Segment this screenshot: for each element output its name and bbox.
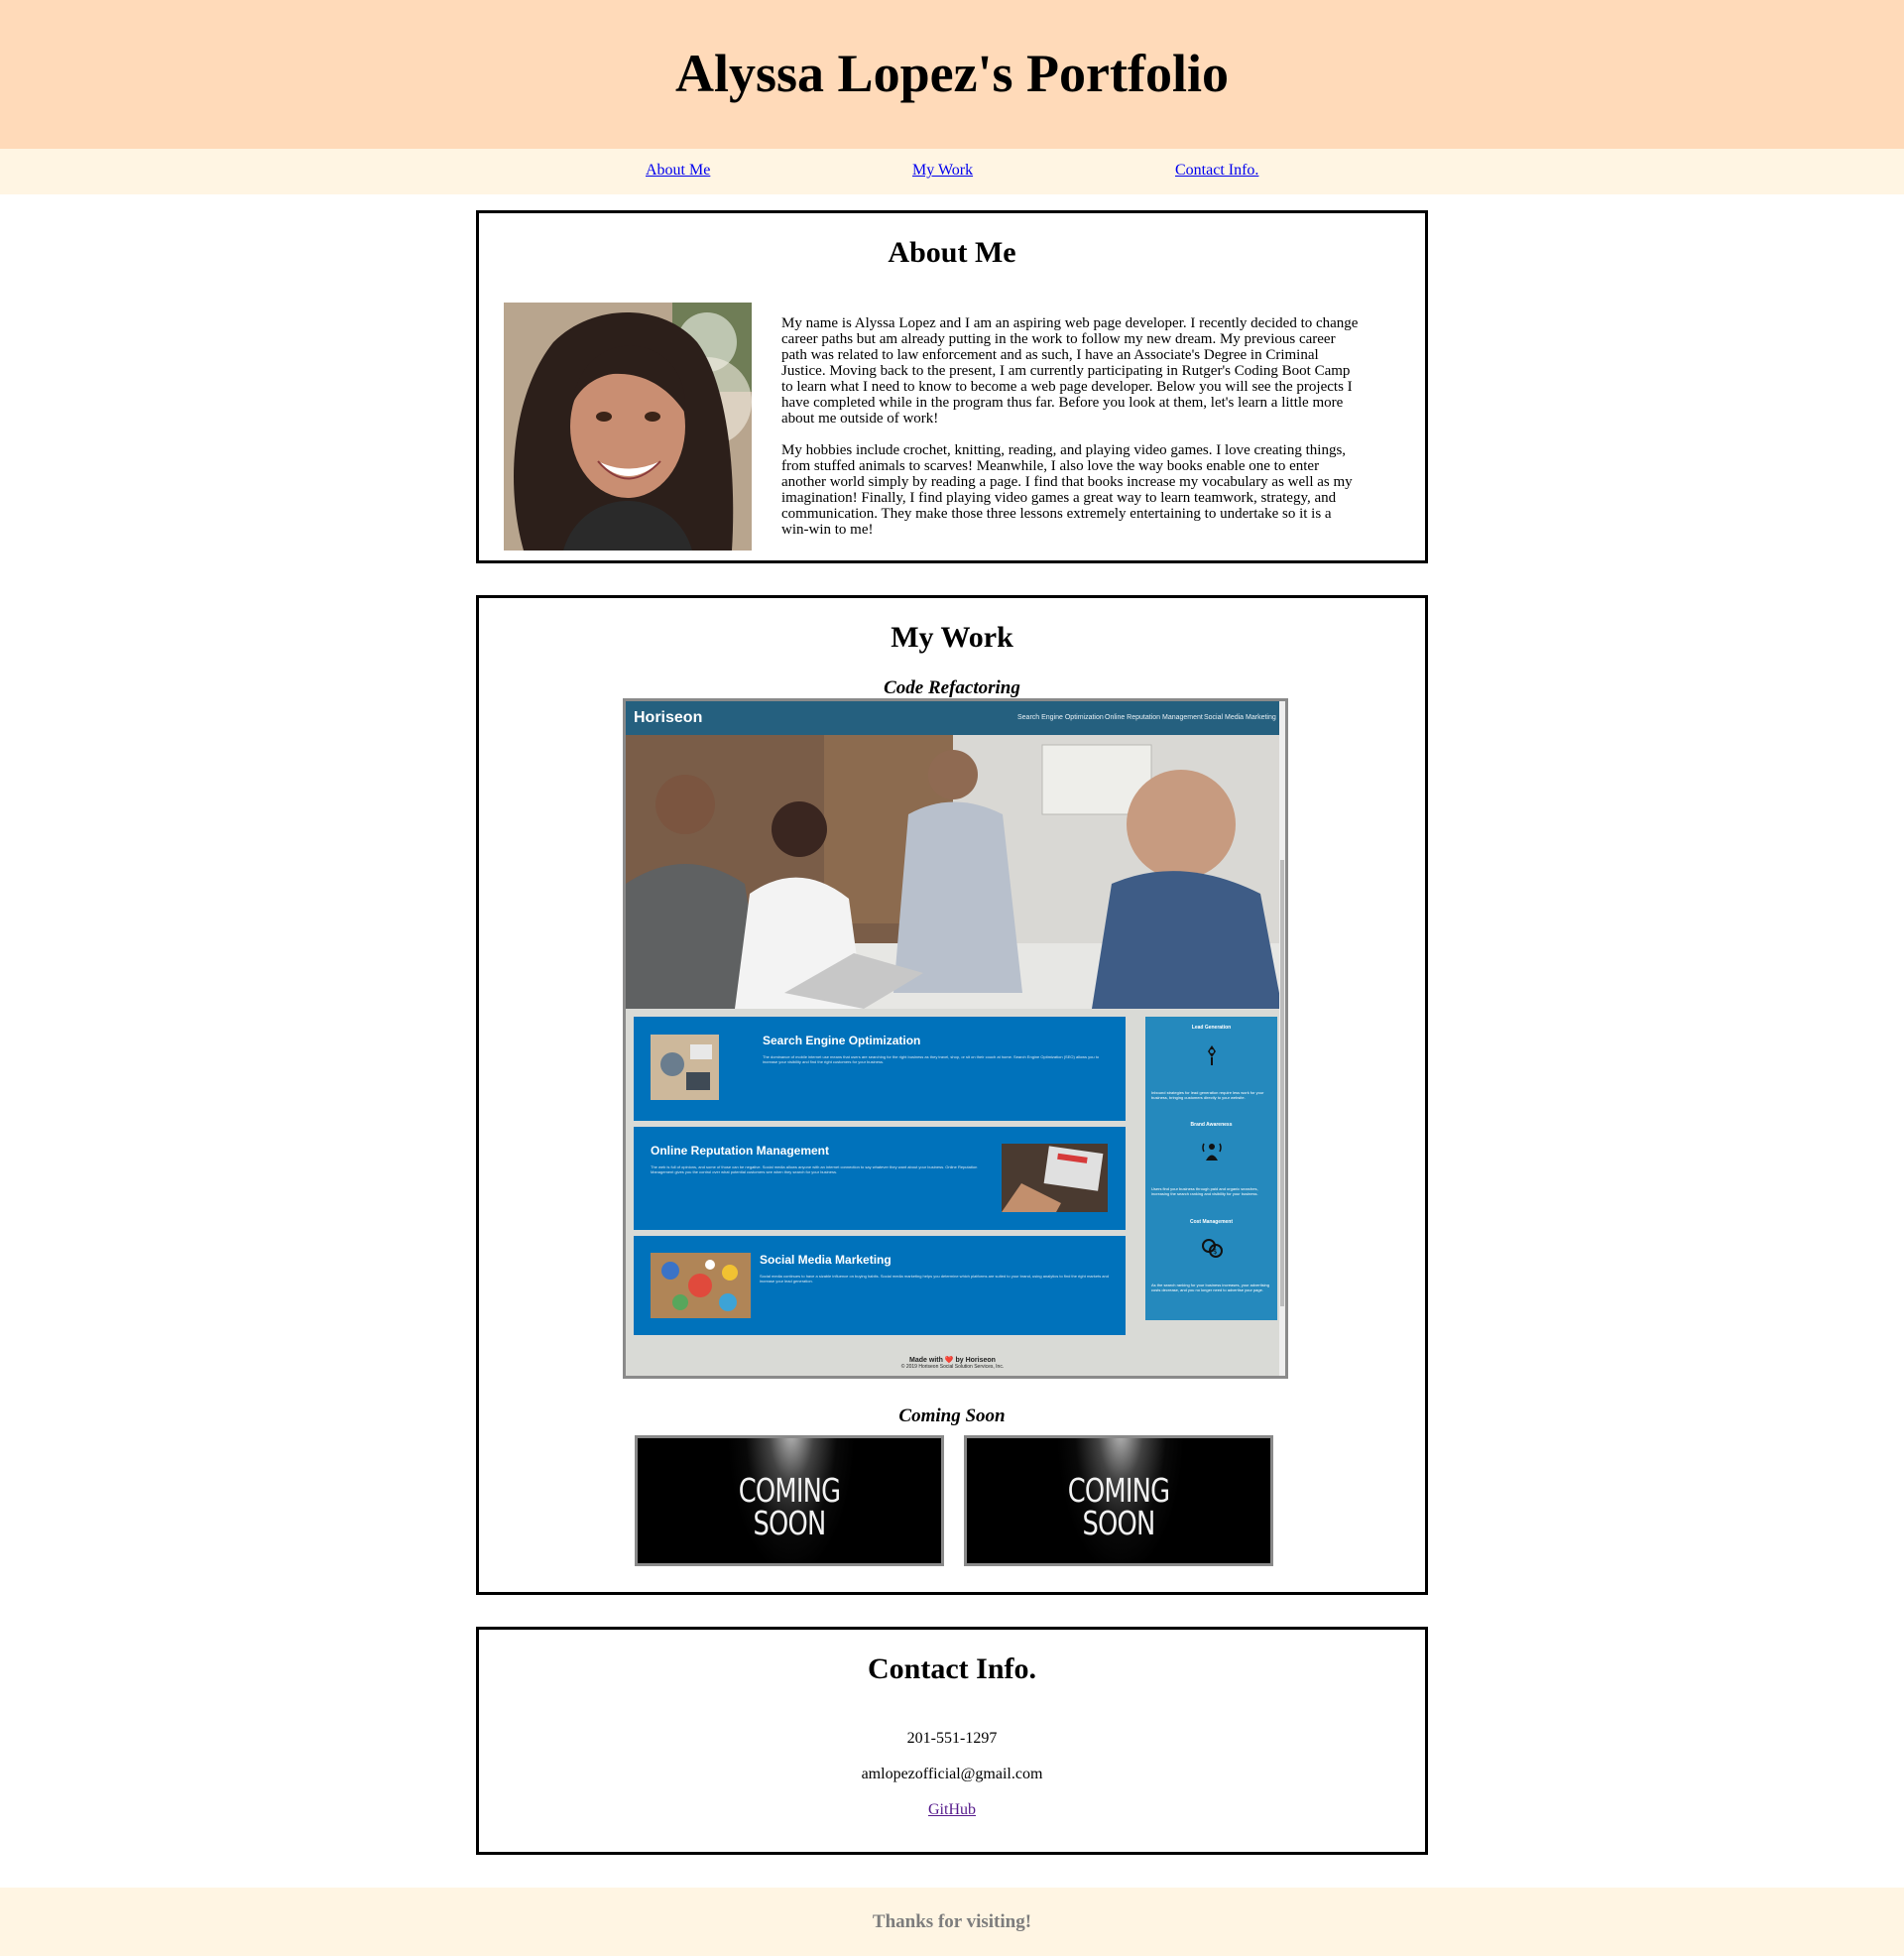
page-title: Alyssa Lopez's Portfolio: [675, 44, 1229, 103]
about-text: My name is Alyssa Lopez and I am an aspi…: [781, 315, 1362, 553]
lead-generation-icon: [1208, 1045, 1216, 1065]
site-header: Alyssa Lopez's Portfolio: [0, 0, 1904, 149]
service-text: The web is full of opinions, and some of…: [651, 1164, 978, 1174]
benefit-title: Lead Generation: [1191, 1025, 1232, 1031]
about-paragraph-2: My hobbies include crochet, knitting, re…: [781, 442, 1353, 538]
about-section: About Me My name is Alyssa Lopez and I a…: [476, 210, 1428, 563]
benefit-title: Brand Awareness: [1190, 1122, 1233, 1128]
main-nav: About Me My Work Contact Info.: [0, 149, 1904, 194]
horiseon-hero-image: [626, 735, 1282, 1009]
nav-link-work[interactable]: My Work: [912, 162, 973, 180]
footer-text: Thanks for visiting!: [872, 1910, 1032, 1932]
screenshot-scrollbar: [1279, 701, 1285, 1376]
profile-photo: [504, 303, 752, 550]
horiseon-benefits: Lead Generation Inbound strategies for l…: [1145, 1017, 1277, 1320]
project-title: Code Refactoring: [884, 677, 1020, 698]
coming-soon-tile[interactable]: COMING SOON: [635, 1435, 944, 1566]
coming-soon-line1: COMING: [738, 1471, 841, 1510]
service-title: Search Engine Optimization: [763, 1034, 921, 1047]
work-section: My Work Code Refactoring Horiseon Search…: [476, 595, 1428, 1595]
coming-soon-label: COMING SOON: [671, 1474, 908, 1539]
github-line: GitHub: [479, 1801, 1425, 1819]
github-link[interactable]: GitHub: [928, 1801, 976, 1818]
nav-link-about[interactable]: About Me: [646, 162, 710, 180]
horiseon-footer-made: Made with ❤️ by Horiseon: [909, 1357, 996, 1364]
coming-soon-line2: SOON: [1082, 1504, 1155, 1542]
coming-soon-tile[interactable]: COMING SOON: [964, 1435, 1273, 1566]
service-card-seo: Search Engine Optimization The dominance…: [634, 1017, 1126, 1121]
coming-soon-label: COMING SOON: [1001, 1474, 1238, 1539]
contact-heading: Contact Info.: [868, 1652, 1036, 1685]
service-card-smm: Social Media Marketing Social media cont…: [634, 1236, 1126, 1335]
benefit-text: As the search ranking for your business …: [1151, 1283, 1269, 1292]
about-paragraph-1: My name is Alyssa Lopez and I am an aspi…: [781, 315, 1359, 427]
orm-image: [1002, 1144, 1108, 1212]
project-screenshot[interactable]: Horiseon Search Engine Optimization Onli…: [623, 698, 1288, 1379]
smm-image: [651, 1253, 751, 1318]
coming-soon-line2: SOON: [753, 1504, 826, 1542]
service-text: Social media continues to have a sizable…: [760, 1274, 1109, 1284]
horiseon-footer: Made with ❤️ by Horiseon © 2019 Horiseon…: [626, 1356, 1279, 1370]
benefit-text: Users find your business through paid an…: [1151, 1186, 1258, 1196]
site-footer: Thanks for visiting!: [0, 1888, 1904, 1956]
service-title: Social Media Marketing: [760, 1253, 892, 1267]
email-address: amlopezofficial@gmail.com: [861, 1766, 1043, 1782]
contact-section: Contact Info. 201-551-1297 amlopezoffici…: [476, 1627, 1428, 1855]
horiseon-nav-item: Social Media Marketing: [1204, 714, 1276, 721]
about-heading: About Me: [888, 236, 1016, 269]
horiseon-nav-item: Search Engine Optimization: [1017, 714, 1104, 721]
coming-soon-title: Coming Soon: [898, 1406, 1006, 1426]
horiseon-header: Horiseon Search Engine Optimization Onli…: [626, 701, 1285, 735]
service-text: The dominance of mobile internet use mea…: [763, 1054, 1100, 1064]
nav-link-contact[interactable]: Contact Info.: [1175, 162, 1258, 180]
benefit-text: Inbound strategies for lead generation r…: [1151, 1090, 1264, 1100]
horiseon-logo: Horiseon: [634, 709, 703, 726]
horiseon-nav-item: Online Reputation Management: [1105, 714, 1203, 721]
service-card-orm: Online Reputation Management The web is …: [634, 1127, 1126, 1230]
phone-number: 201-551-1297: [906, 1730, 998, 1747]
coming-soon-line1: COMING: [1067, 1471, 1170, 1510]
seo-image: [651, 1035, 719, 1100]
cost-management-icon: $: [1202, 1239, 1223, 1258]
work-heading: My Work: [891, 621, 1013, 654]
brand-awareness-icon: [1202, 1143, 1222, 1161]
svg-text:$: $: [1213, 1248, 1217, 1256]
service-title: Online Reputation Management: [651, 1144, 830, 1158]
horiseon-footer-copyright: © 2019 Horiseon Social Solution Services…: [900, 1364, 1005, 1370]
benefit-title: Cost Management: [1189, 1219, 1234, 1225]
